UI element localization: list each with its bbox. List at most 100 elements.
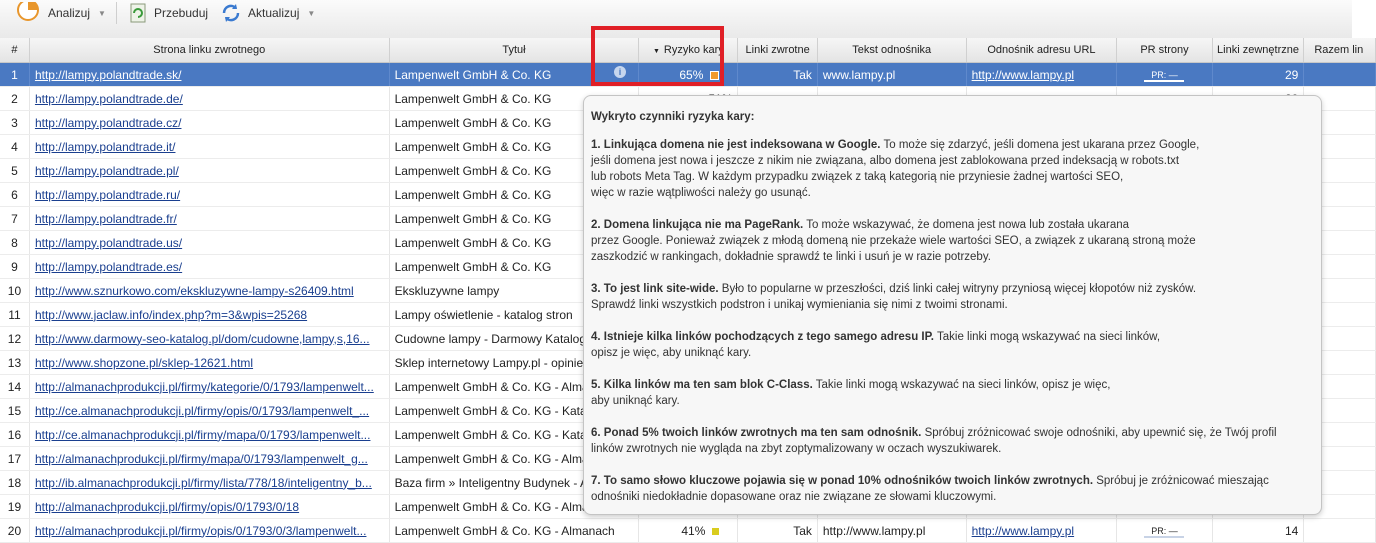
tooltip-item-heading: Ponad 5% twoich linków zwrotnych ma ten … xyxy=(603,427,922,439)
tooltip-item-text: odnośniki niedokładnie dopasowane oraz n… xyxy=(591,491,997,503)
chevron-down-icon[interactable]: ▼ xyxy=(98,9,106,18)
backlink-page-link[interactable]: http://www.darmowy-seo-katalog.pl/dom/cu… xyxy=(35,332,370,346)
pr-bar: PR: — xyxy=(1144,526,1185,538)
backlink-page-cell: http://lampy.polandtrade.ru/ xyxy=(29,182,390,207)
tooltip-item-number: 5. xyxy=(591,379,601,391)
update-button[interactable]: Aktualizuj ▼ xyxy=(220,0,315,26)
backlink-page-link[interactable]: http://almanachprodukcji.pl/firmy/katego… xyxy=(35,380,374,394)
backlink-page-link[interactable]: http://www.shopzone.pl/sklep-12621.html xyxy=(35,356,253,370)
analyze-icon xyxy=(17,2,39,21)
backlink-page-link[interactable]: http://lampy.polandtrade.sk/ xyxy=(35,68,182,82)
col-anchor[interactable]: Tekst odnośnika xyxy=(817,38,967,63)
col-outbound[interactable]: Linki zewnętrzne xyxy=(1212,38,1305,63)
backlink-page-link[interactable]: http://lampy.polandtrade.us/ xyxy=(35,236,182,250)
col-backlinks[interactable]: Linki zwrotne xyxy=(737,38,818,63)
tooltip-item-text: przez Google. Ponieważ związek z młodą d… xyxy=(591,235,1196,247)
tooltip-item-number: 6. xyxy=(591,427,601,439)
anchor-cell: www.lampy.pl xyxy=(817,62,967,87)
backlink-page-link[interactable]: http://lampy.polandtrade.ru/ xyxy=(35,188,180,202)
tooltip-item-text: Spróbuj zróżnicować swoje odnośniki, aby… xyxy=(921,427,1277,439)
rebuild-label: Przebuduj xyxy=(154,6,209,20)
tooltip-item-text: Spróbuj je zróżnicować mieszając xyxy=(1093,475,1269,487)
tooltip-item: 7. To samo słowo kluczowe pojawia się w … xyxy=(591,473,1269,505)
pr-cell: PR: — xyxy=(1116,518,1213,543)
scrollbar-area xyxy=(1352,0,1376,38)
pr-bar: PR: — xyxy=(1144,70,1185,82)
backlink-page-link[interactable]: http://lampy.polandtrade.de/ xyxy=(35,92,183,106)
target-url-link[interactable]: http://www.lampy.pl xyxy=(972,524,1074,538)
backlink-page-link[interactable]: http://almanachprodukcji.pl/firmy/mapa/0… xyxy=(35,452,368,466)
col-total[interactable]: Razem lin xyxy=(1303,38,1376,63)
col-num[interactable]: # xyxy=(0,38,30,63)
backlink-page-link[interactable]: http://ib.almanachprodukcji.pl/firmy/lis… xyxy=(35,476,372,490)
backlink-page-link[interactable]: http://ce.almanachprodukcji.pl/firmy/opi… xyxy=(35,404,369,418)
row-number: 8 xyxy=(0,230,30,255)
risk-indicator-icon xyxy=(712,527,720,535)
target-url-link[interactable]: http://www.lampy.pl xyxy=(972,68,1074,82)
tooltip-item-text: zaszkodzić w rankingach, dokładnie spraw… xyxy=(591,251,991,263)
backlink-page-cell: http://www.darmowy-seo-katalog.pl/dom/cu… xyxy=(29,326,390,351)
table-row[interactable]: 20 http://almanachprodukcji.pl/firmy/opis… xyxy=(0,518,1376,543)
row-number: 16 xyxy=(0,422,30,447)
anchor-cell: http://www.lampy.pl xyxy=(817,518,967,543)
rebuild-button[interactable]: Przebuduj xyxy=(128,0,208,26)
backlink-page-cell: http://www.sznurkowo.com/ekskluzywne-lam… xyxy=(29,278,390,303)
tooltip-item-text: To może się zdarzyć, jeśli domena jest u… xyxy=(880,139,1200,151)
backlink-page-link[interactable]: http://lampy.polandtrade.pl/ xyxy=(35,164,179,178)
backlink-page-cell: http://lampy.polandtrade.it/ xyxy=(29,134,390,159)
backlink-page-link[interactable]: http://almanachprodukcji.pl/firmy/opis/0… xyxy=(35,524,367,538)
rebuild-icon xyxy=(130,3,146,23)
tooltip-item-text: linków zwrotnych nie wygląda na zbyt zop… xyxy=(591,443,1002,455)
backlink-page-cell: http://ib.almanachprodukcji.pl/firmy/lis… xyxy=(29,470,390,495)
row-number: 19 xyxy=(0,494,30,519)
tooltip-item-heading: To samo słowo kluczowe pojawia się w pon… xyxy=(603,475,1094,487)
backlink-page-cell: http://www.jaclaw.info/index.php?m=3&wpi… xyxy=(29,302,390,327)
backlink-page-cell: http://lampy.polandtrade.cz/ xyxy=(29,110,390,135)
tooltip-item-number: 1. xyxy=(591,139,601,151)
row-number: 5 xyxy=(0,158,30,183)
col-target-url[interactable]: Odnośnik adresu URL xyxy=(966,38,1118,63)
row-number: 10 xyxy=(0,278,30,303)
tooltip-item: 3. To jest link site-wide. Było to popul… xyxy=(591,281,1196,313)
tooltip-item-text: To może wskazywać, że domena jest nowa l… xyxy=(803,219,1130,231)
backlink-page-cell: http://lampy.polandtrade.us/ xyxy=(29,230,390,255)
backlink-page-link[interactable]: http://ce.almanachprodukcji.pl/firmy/map… xyxy=(35,428,371,442)
update-label: Aktualizuj xyxy=(248,6,300,20)
backlink-page-cell: http://lampy.polandtrade.fr/ xyxy=(29,206,390,231)
tooltip-item-heading: Kilka linków ma ten sam blok C-Class. xyxy=(603,379,813,391)
row-number: 7 xyxy=(0,206,30,231)
chevron-down-icon[interactable]: ▼ xyxy=(307,9,315,18)
tooltip-item-text: Takie linki mogą wskazywać na sieci link… xyxy=(812,379,1111,391)
outbound-cell: 14 xyxy=(1212,518,1305,543)
backlink-page-cell: http://www.shopzone.pl/sklep-12621.html xyxy=(29,350,390,375)
tooltip-item-heading: Domena linkująca nie ma PageRank. xyxy=(603,219,804,231)
backlink-page-link[interactable]: http://www.sznurkowo.com/ekskluzywne-lam… xyxy=(35,284,354,298)
tooltip-item-number: 3. xyxy=(591,283,601,295)
tooltip-item: 2. Domena linkująca nie ma PageRank. To … xyxy=(591,217,1196,265)
risk-cell: 41% xyxy=(638,518,739,543)
analyze-label: Analizuj xyxy=(48,6,91,20)
row-number: 13 xyxy=(0,350,30,375)
backlink-page-link[interactable]: http://lampy.polandtrade.it/ xyxy=(35,140,176,154)
analyze-button[interactable]: Analizuj ▼ xyxy=(16,0,106,26)
backlink-page-link[interactable]: http://lampy.polandtrade.es/ xyxy=(35,260,182,274)
backlink-page-cell: http://lampy.polandtrade.es/ xyxy=(29,254,390,279)
col-pr[interactable]: PR strony xyxy=(1116,38,1213,63)
tooltip-item-text: Takie linki mogą wskazywać na sieci link… xyxy=(934,331,1161,343)
backlink-page-link[interactable]: http://www.jaclaw.info/index.php?m=3&wpi… xyxy=(35,308,307,322)
backlink-page-link[interactable]: http://almanachprodukcji.pl/firmy/opis/0… xyxy=(35,500,299,514)
backlink-page-link[interactable]: http://lampy.polandtrade.fr/ xyxy=(35,212,177,226)
backlink-cell: Tak xyxy=(737,62,818,87)
highlight-box xyxy=(591,26,724,86)
total-cell xyxy=(1303,518,1376,543)
tooltip-item-text: więc w razie wątpliwości należy go usuną… xyxy=(591,187,811,199)
backlink-page-link[interactable]: http://lampy.polandtrade.cz/ xyxy=(35,116,182,130)
tooltip-item-heading: Istnieje kilka linków pochodzących z teg… xyxy=(603,331,934,343)
backlink-cell: Tak xyxy=(737,518,818,543)
tooltip-item-number: 4. xyxy=(591,331,601,343)
tooltip-item: 6. Ponad 5% twoich linków zwrotnych ma t… xyxy=(591,425,1277,457)
col-page[interactable]: Strona linku zwrotnego xyxy=(29,38,390,63)
tooltip-item-text: aby uniknąć kary. xyxy=(591,395,680,407)
tooltip-item: 1. Linkująca domena nie jest indeksowana… xyxy=(591,137,1199,201)
toolbar-divider xyxy=(116,2,117,24)
